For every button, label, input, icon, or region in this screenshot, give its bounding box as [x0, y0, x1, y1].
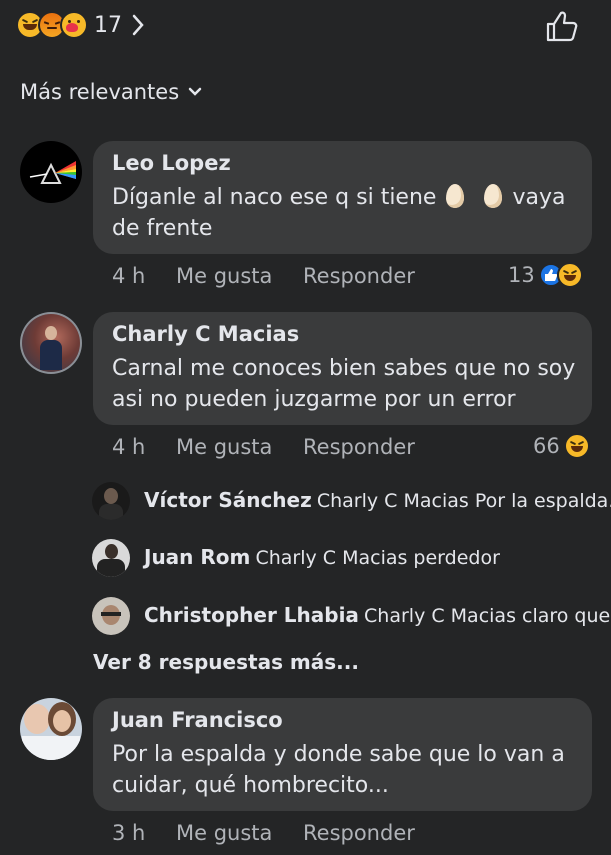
reply-link[interactable]: Responder — [303, 264, 415, 288]
comment-text-part: cuidar, qué hombrecito... — [112, 773, 389, 798]
view-more-replies-link[interactable]: Ver 8 respuestas más... — [93, 650, 359, 674]
avatar[interactable] — [92, 482, 130, 520]
avatar[interactable] — [20, 698, 82, 760]
comment-text-part: de frente — [112, 216, 213, 241]
filter-label: Más relevantes — [20, 80, 180, 104]
haha-reaction-icon — [556, 262, 583, 288]
comment-bubble[interactable]: Leo Lopez Díganle al naco ese q si tiene… — [93, 141, 592, 254]
avatar[interactable] — [92, 539, 130, 577]
comment-text: Díganle al naco ese q si tiene vaya de fr… — [112, 182, 582, 244]
comment-text: Por la espalda y donde sabe que lo van a… — [112, 739, 587, 801]
comment-bubble[interactable]: Charly C Macias Carnal me conoces bien s… — [93, 312, 592, 425]
reaction-count: 17 — [94, 12, 122, 38]
reaction-count: 13 — [508, 263, 535, 287]
comment-time: 4 h — [112, 264, 146, 288]
reply-author[interactable]: Christopher Lhabia — [144, 603, 359, 627]
egg-emoji-icon — [484, 184, 503, 208]
avatar[interactable] — [20, 312, 82, 374]
avatar[interactable] — [92, 597, 130, 635]
reaction-summary[interactable]: 17 — [16, 10, 146, 40]
comment-filter-dropdown[interactable]: Más relevantes — [20, 80, 202, 104]
like-link[interactable]: Me gusta — [176, 264, 272, 288]
chevron-right-icon — [132, 14, 144, 36]
comment-author[interactable]: Juan Francisco — [112, 708, 283, 732]
comment-time: 4 h — [112, 435, 146, 459]
comment-bubble[interactable]: Juan Francisco Por la espalda y donde sa… — [93, 698, 592, 811]
reply-item[interactable]: Víctor Sánchez Charly C Macias Por la es… — [144, 488, 611, 512]
reply-link[interactable]: Responder — [303, 435, 415, 459]
like-outline-icon[interactable] — [545, 10, 579, 42]
like-link[interactable]: Me gusta — [176, 435, 272, 459]
comment-text-part: asi no pueden juzgarme por un error — [112, 387, 516, 412]
comment-reactions[interactable]: 13 — [508, 262, 583, 288]
comment-author[interactable]: Leo Lopez — [112, 151, 231, 175]
reply-item[interactable]: Christopher Lhabia Charly C Macias claro… — [144, 603, 611, 627]
comment-text-part: Carnal me conoces bien sabes que no soy — [112, 356, 576, 381]
reply-author[interactable]: Juan Rom — [144, 545, 250, 569]
prism-icon — [29, 161, 76, 184]
comment-text-part: Díganle al naco ese q si tiene — [112, 185, 437, 210]
care-reaction-icon — [60, 11, 88, 39]
avatar[interactable] — [20, 141, 82, 203]
reply-text: Charly C Macias claro que... — [364, 605, 611, 627]
reply-item[interactable]: Juan Rom Charly C Macias perdedor — [144, 545, 500, 569]
reply-text: Charly C Macias Por la espalda... — [316, 490, 611, 512]
egg-emoji-icon — [446, 184, 465, 208]
reply-link[interactable]: Responder — [303, 821, 415, 845]
comment-time: 3 h — [112, 821, 146, 845]
comment-text-part: Por la espalda y donde sabe que lo van a — [112, 742, 565, 767]
reply-text: Charly C Macias perdedor — [255, 547, 500, 569]
comment-reactions[interactable]: 66 — [533, 433, 590, 459]
reply-author[interactable]: Víctor Sánchez — [144, 488, 312, 512]
comment-text-part: vaya — [512, 185, 566, 210]
haha-reaction-icon — [563, 433, 590, 459]
chevron-down-icon — [188, 87, 202, 96]
reaction-count: 66 — [533, 434, 560, 458]
comment-text: Carnal me conoces bien sabes que no soy … — [112, 353, 587, 415]
comment-author[interactable]: Charly C Macias — [112, 322, 299, 346]
like-link[interactable]: Me gusta — [176, 821, 272, 845]
